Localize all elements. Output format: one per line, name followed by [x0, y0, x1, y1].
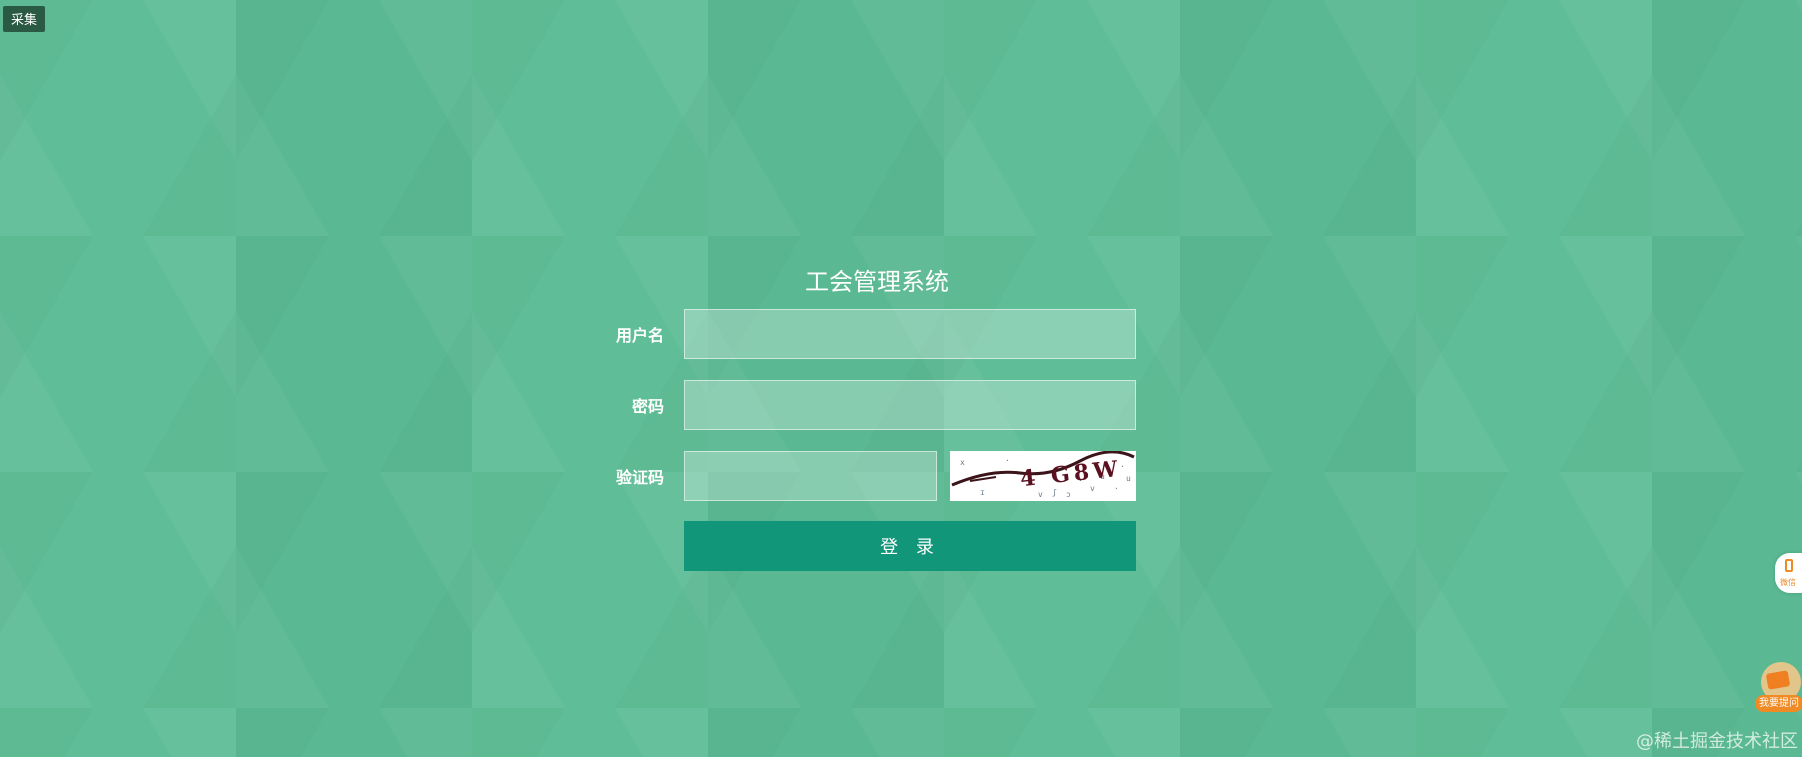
svg-text:ɪ: ɪ — [980, 488, 985, 497]
svg-text:·: · — [1114, 484, 1119, 493]
side-contact-label: 微信 — [1780, 578, 1796, 587]
svg-text:x: x — [960, 458, 965, 467]
username-input[interactable] — [684, 309, 1136, 359]
page-title: 工会管理系统 — [805, 268, 949, 296]
username-row: 用户名 — [598, 308, 1138, 360]
phone-icon — [1785, 559, 1793, 572]
svg-text:ʃ: ʃ — [1052, 488, 1057, 497]
captcha-row: 验证码 x ɪ · vʃɔ v u · u · · 4 G8W — [598, 450, 1138, 502]
feedback-button[interactable]: 我要提问 — [1755, 662, 1802, 716]
svg-text:·: · — [1005, 456, 1010, 465]
password-input[interactable] — [684, 380, 1136, 430]
svg-text:v: v — [1038, 490, 1043, 499]
password-row: 密码 — [598, 379, 1138, 431]
collect-button[interactable]: 采集 — [3, 6, 46, 32]
username-label: 用户名 — [615, 326, 664, 345]
captcha-image[interactable]: x ɪ · vʃɔ v u · u · · 4 G8W — [950, 451, 1136, 501]
feedback-label: 我要提问 — [1755, 695, 1802, 712]
captcha-label: 验证码 — [615, 468, 664, 487]
password-label: 密码 — [631, 397, 664, 416]
login-button[interactable]: 登 录 — [684, 521, 1136, 571]
side-contact-button[interactable]: 微信 — [1775, 553, 1802, 593]
captcha-input[interactable] — [684, 451, 937, 501]
svg-text:ɔ: ɔ — [1066, 490, 1071, 499]
login-form: 工会管理系统 用户名 密码 验证码 x ɪ · vʃɔ v u · u · · 4 G8W … — [598, 262, 1138, 571]
svg-text:u: u — [1126, 474, 1131, 483]
watermark: @稀土掘金技术社区 — [1636, 731, 1798, 752]
svg-text:v: v — [1090, 484, 1095, 493]
